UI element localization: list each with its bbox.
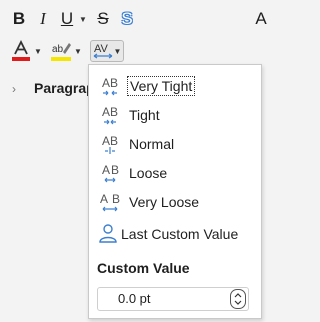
sidebar-paragraph-section[interactable]: › Paragrap <box>0 76 95 100</box>
bold-label: B <box>12 9 26 28</box>
underline-dropdown-icon[interactable]: ▼ <box>79 16 87 24</box>
svg-text:AB: AB <box>102 134 118 148</box>
custom-value-spinbox[interactable]: 0.0 pt <box>97 287 249 311</box>
menu-item-label: Last Custom Value <box>121 226 239 242</box>
menu-item-last-custom-value[interactable]: Last Custom Value <box>89 220 261 248</box>
highlight-dropdown-icon[interactable]: ▼ <box>74 48 82 56</box>
paragraph-section-label: Paragrap <box>34 80 95 96</box>
custom-value-title: Custom Value <box>97 260 190 276</box>
svg-text:ab: ab <box>52 44 64 55</box>
spin-arrows-icon[interactable] <box>230 289 246 309</box>
spacing-tight-icon: AB <box>102 105 118 125</box>
menu-item-label: Very Tight <box>126 76 196 96</box>
highlight-icon: ab <box>51 43 71 61</box>
svg-text:AB: AB <box>102 105 118 119</box>
shadow-label: S <box>121 9 133 28</box>
spacing-loose-icon: AB <box>102 163 120 183</box>
italic-label: I <box>40 9 46 28</box>
menu-item-very-tight[interactable]: AB Very Tight <box>89 72 261 100</box>
bold-button[interactable]: B <box>10 8 28 30</box>
character-spacing-button[interactable]: AV ▼ <box>90 40 124 62</box>
font-color-dropdown-icon[interactable]: ▼ <box>34 48 42 56</box>
menu-item-label: Very Loose <box>129 194 200 210</box>
font-color-icon <box>12 40 30 61</box>
menu-item-normal[interactable]: AB Normal <box>89 130 261 158</box>
character-spacing-icon: AV <box>93 43 112 59</box>
shadow-button[interactable]: S <box>118 8 136 30</box>
font-size-grow-button[interactable]: A <box>252 8 270 30</box>
svg-text:AV: AV <box>94 43 109 55</box>
underline-label: U <box>60 9 74 28</box>
underline-button[interactable]: U <box>58 8 76 30</box>
svg-text:AB: AB <box>102 76 118 90</box>
strikethrough-button[interactable]: S <box>94 8 112 30</box>
strikethrough-label: S <box>97 9 109 28</box>
font-color-button[interactable] <box>10 40 32 62</box>
menu-item-label: Tight <box>129 107 160 123</box>
character-spacing-dropdown-icon: ▼ <box>113 46 122 56</box>
menu-item-label: Loose <box>129 165 168 181</box>
menu-item-very-loose[interactable]: AB Very Loose <box>89 188 261 216</box>
svg-text:AB: AB <box>102 163 120 177</box>
spacing-normal-icon: AB <box>102 134 118 154</box>
character-spacing-menu: AB Very Tight AB Tight AB Normal AB Loos… <box>88 64 262 319</box>
menu-item-label: Normal <box>129 136 175 152</box>
spacing-very-tight-icon: AB <box>102 76 118 96</box>
person-icon <box>99 224 117 243</box>
menu-item-loose[interactable]: AB Loose <box>89 159 261 187</box>
custom-value-input[interactable]: 0.0 pt <box>118 291 151 306</box>
menu-item-tight[interactable]: AB Tight <box>89 101 261 129</box>
spacing-very-loose-icon: AB <box>100 192 121 212</box>
chevron-right-icon: › <box>12 82 16 96</box>
svg-text:AB: AB <box>100 192 121 206</box>
spin-updown-icon <box>234 293 242 305</box>
italic-button[interactable]: I <box>34 8 52 30</box>
highlight-color-button[interactable]: ab <box>50 40 72 62</box>
grow-label: A <box>255 9 267 28</box>
